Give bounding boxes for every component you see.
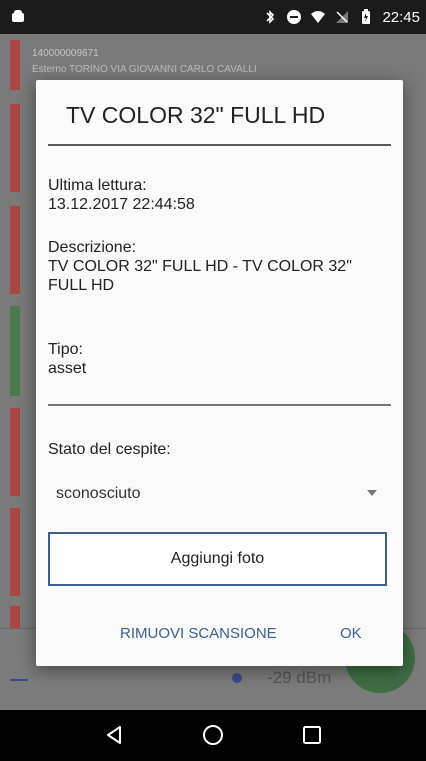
signal-line (10, 679, 28, 681)
item-location: Esterno TORINO VIA GIOVANNI CARLO CAVALL… (32, 64, 257, 75)
item-code: 140000009671 (32, 48, 99, 59)
home-icon[interactable] (201, 723, 225, 747)
ok-button[interactable]: OK (340, 625, 362, 642)
dropdown-arrow-icon (367, 490, 377, 496)
remove-scan-button[interactable]: RIMUOVI SCANSIONE (120, 625, 277, 642)
wifi-icon (311, 11, 326, 23)
bluetooth-icon (266, 10, 275, 24)
section-divider (48, 404, 391, 406)
description-label: Descrizione: (48, 239, 137, 256)
status-strip (10, 408, 20, 496)
last-read-label: Ultima lettura: (48, 177, 147, 194)
back-icon[interactable] (102, 723, 126, 747)
rssi-value: -29 dBm (267, 668, 332, 687)
recents-icon[interactable] (300, 723, 324, 747)
dialog-title: TV COLOR 32" FULL HD (66, 102, 326, 128)
status-strip (10, 40, 20, 90)
title-divider (48, 144, 391, 146)
status-bar: 22:45 (0, 0, 426, 34)
status-strip (10, 104, 20, 192)
type-section: Tipo: asset (48, 340, 388, 378)
state-selected-value: sconosciuto (56, 485, 141, 502)
signal-dot (232, 673, 242, 683)
clock: 22:45 (382, 8, 420, 26)
description-value: TV COLOR 32" FULL HD - TV COLOR 32" FULL… (48, 258, 352, 294)
navigation-bar (0, 710, 426, 761)
type-value: asset (48, 360, 87, 377)
android-icon (12, 10, 24, 22)
status-strip (10, 606, 20, 628)
status-strip (10, 508, 20, 596)
status-strip (10, 306, 20, 396)
battery-icon (362, 9, 371, 24)
status-strip (10, 206, 20, 294)
asset-dialog: TV COLOR 32" FULL HD Ultima lettura: 13.… (36, 80, 403, 666)
no-signal-icon (336, 11, 349, 23)
state-select[interactable]: sconosciuto (48, 478, 391, 512)
description-section: Descrizione: TV COLOR 32" FULL HD - TV C… (48, 238, 388, 295)
last-read-value: 13.12.2017 22:44:58 (48, 196, 195, 213)
type-label: Tipo: (48, 341, 83, 358)
do-not-disturb-icon (287, 10, 302, 24)
add-photo-button[interactable]: Aggiungi foto (48, 532, 387, 586)
last-read-section: Ultima lettura: 13.12.2017 22:44:58 (48, 176, 388, 214)
state-label: Stato del cespite: (48, 441, 171, 458)
